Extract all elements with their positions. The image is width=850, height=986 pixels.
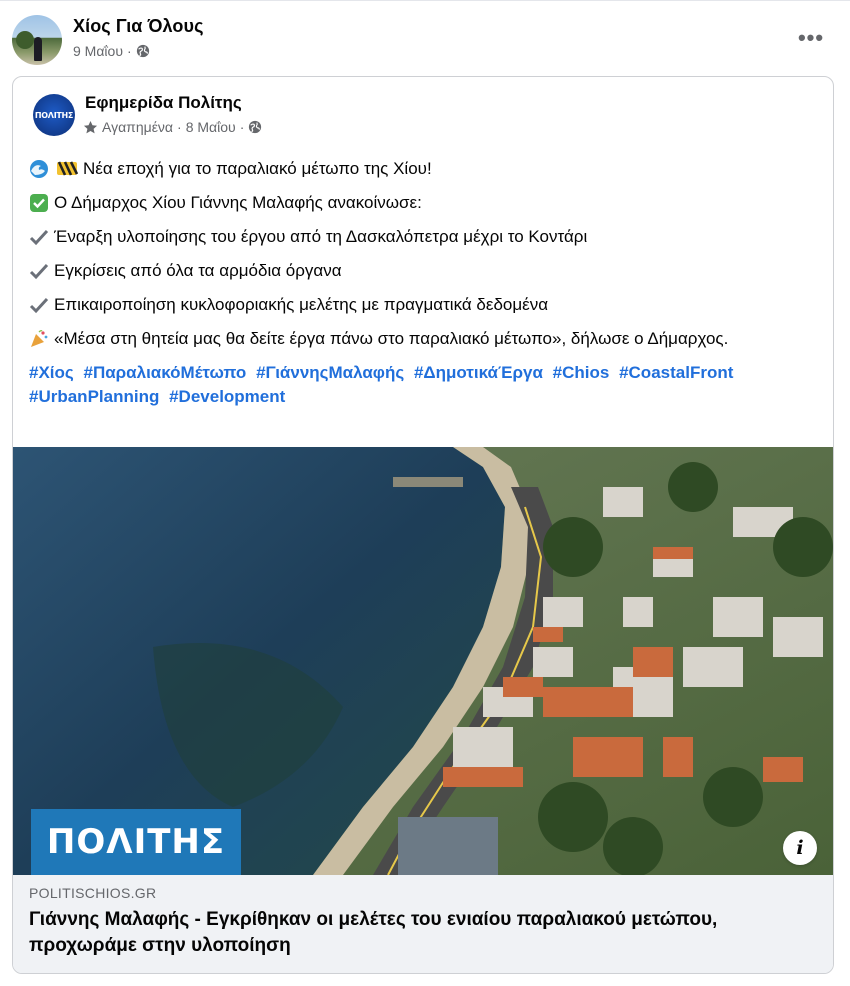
- author-name[interactable]: Χίος Για Όλους: [73, 16, 204, 37]
- hashtag-link[interactable]: #ΓιάννηςΜαλαφής: [256, 363, 404, 382]
- hashtag-link[interactable]: #UrbanPlanning: [29, 387, 159, 406]
- hashtag-link[interactable]: #Χίος: [29, 363, 74, 382]
- check-mark-icon: [29, 293, 49, 317]
- page-name[interactable]: Εφημερίδα Πολίτης: [85, 93, 242, 113]
- shared-post-meta: Αγαπημένα · 8 Μαΐου ·: [83, 119, 262, 135]
- hashtag-link[interactable]: #CoastalFront: [619, 363, 733, 382]
- link-preview[interactable]: POLITISCHIOS.GR Γιάννης Μαλαφής - Εγκρίθ…: [13, 875, 833, 973]
- party-popper-icon: [29, 327, 49, 351]
- post-line: «Μέσα στη θητεία μας θα δείτε έργα πάνω …: [29, 327, 819, 351]
- page-avatar-logo: ΠΟΛΙΤΗΣ: [34, 110, 74, 120]
- post-line-text: Εγκρίσεις από όλα τα αρμόδια όργανα: [54, 261, 342, 280]
- post-line-text: «Μέσα στη θητεία μας θα δείτε έργα πάνω …: [54, 329, 729, 348]
- publisher-watermark: ΠΟΛΙΤΗΣ: [31, 809, 241, 875]
- post-line: Ο Δήμαρχος Χίου Γιάννης Μαλαφής ανακοίνω…: [29, 191, 819, 215]
- post-line: Επικαιροποίηση κυκλοφοριακής μελέτης με …: [29, 293, 819, 317]
- post-line-text: Έναρξη υλοποίησης του έργου από τη Δασκα…: [54, 227, 588, 246]
- globe-icon[interactable]: [248, 120, 262, 134]
- construction-icon: [56, 157, 78, 181]
- link-domain: POLITISCHIOS.GR: [29, 885, 157, 901]
- wave-icon: [29, 157, 51, 181]
- hashtag-list: #Χίος #ΠαραλιακόΜέτωπο #ΓιάννηςΜαλαφής #…: [29, 361, 819, 409]
- watermark-text: ΠΟΛΙΤΗΣ: [46, 822, 226, 862]
- post-date[interactable]: 9 Μαΐου: [73, 43, 123, 59]
- info-icon[interactable]: i: [783, 831, 817, 865]
- page-avatar[interactable]: ΠΟΛΙΤΗΣ: [33, 94, 75, 136]
- more-options-icon[interactable]: •••: [794, 23, 828, 53]
- post-line: Νέα εποχή για το παραλιακό μέτωπο της Χί…: [29, 157, 819, 181]
- avatar-tree: [16, 31, 34, 49]
- post-line: Έναρξη υλοποίησης του έργου από τη Δασκα…: [29, 225, 819, 249]
- check-mark-icon: [29, 259, 49, 283]
- star-icon: [83, 120, 98, 133]
- hashtag-link[interactable]: #Development: [169, 387, 285, 406]
- avatar-figure: [34, 37, 42, 61]
- globe-icon[interactable]: [136, 44, 150, 58]
- check-mark-button-icon: [29, 191, 49, 215]
- post-meta: 9 Μαΐου ·: [73, 43, 150, 59]
- check-mark-icon: [29, 225, 49, 249]
- favorites-label[interactable]: Αγαπημένα: [102, 119, 173, 135]
- author-avatar[interactable]: [12, 15, 62, 65]
- link-title[interactable]: Γιάννης Μαλαφής - Εγκρίθηκαν οι μελέτες …: [29, 907, 819, 959]
- post-text: Νέα εποχή για το παραλιακό μέτωπο της Χί…: [29, 157, 819, 409]
- hashtag-link[interactable]: #ΔημοτικάΈργα: [414, 363, 543, 382]
- post-line-text: Ο Δήμαρχος Χίου Γιάννης Μαλαφής ανακοίνω…: [54, 193, 422, 212]
- hashtag-link[interactable]: #ΠαραλιακόΜέτωπο: [83, 363, 246, 382]
- shared-post: ΠΟΛΙΤΗΣ Εφημερίδα Πολίτης Αγαπημένα · 8 …: [12, 76, 834, 974]
- post-image[interactable]: ΠΟΛΙΤΗΣ i: [13, 447, 833, 875]
- meta-separator: ·: [126, 43, 132, 59]
- feed-post: Χίος Για Όλους 9 Μαΐου · ••• ΠΟΛΙΤΗΣ Εφη…: [0, 0, 850, 986]
- hashtag-link[interactable]: #Chios: [553, 363, 610, 382]
- shared-post-date[interactable]: 8 Μαΐου: [186, 119, 236, 135]
- meta-separator: ·: [239, 119, 245, 135]
- meta-separator: ·: [177, 119, 182, 135]
- post-line-text: Νέα εποχή για το παραλιακό μέτωπο της Χί…: [83, 159, 432, 178]
- post-line-text: Επικαιροποίηση κυκλοφοριακής μελέτης με …: [54, 295, 549, 314]
- post-line: Εγκρίσεις από όλα τα αρμόδια όργανα: [29, 259, 819, 283]
